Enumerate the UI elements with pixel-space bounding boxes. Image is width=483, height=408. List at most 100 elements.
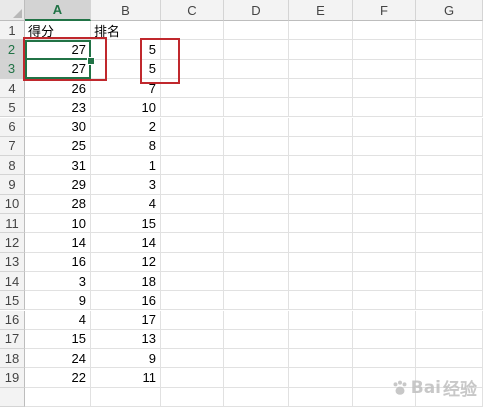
cell-d[interactable] bbox=[224, 233, 289, 253]
column-header-d[interactable]: D bbox=[224, 0, 289, 21]
cell-g[interactable] bbox=[416, 78, 483, 99]
cell-f[interactable] bbox=[353, 175, 416, 195]
cell-b[interactable]: 5 bbox=[91, 59, 161, 79]
cell-c[interactable] bbox=[161, 368, 224, 388]
cell-g[interactable] bbox=[416, 291, 483, 311]
cell-b[interactable]: 4 bbox=[91, 194, 161, 214]
cell-f[interactable] bbox=[353, 310, 416, 330]
row-header[interactable] bbox=[0, 387, 25, 407]
cell-a[interactable]: 3 bbox=[25, 271, 91, 292]
row-header[interactable]: 4 bbox=[0, 78, 25, 99]
row-header[interactable]: 11 bbox=[0, 214, 25, 234]
cell-b[interactable]: 18 bbox=[91, 271, 161, 292]
cell-d[interactable] bbox=[224, 214, 289, 234]
cell-c[interactable] bbox=[161, 349, 224, 369]
cell-c[interactable] bbox=[161, 78, 224, 99]
cell-e[interactable] bbox=[289, 21, 353, 41]
cell-c[interactable] bbox=[161, 136, 224, 157]
cell-d[interactable] bbox=[224, 78, 289, 99]
cell-g[interactable] bbox=[416, 59, 483, 79]
cell-b[interactable]: 3 bbox=[91, 175, 161, 195]
cell-e[interactable] bbox=[289, 291, 353, 311]
cell-e[interactable] bbox=[289, 271, 353, 292]
cell-f[interactable] bbox=[353, 233, 416, 253]
cell-a[interactable]: 30 bbox=[25, 117, 91, 137]
cell-b[interactable] bbox=[91, 387, 161, 407]
row-header[interactable]: 3 bbox=[0, 59, 25, 79]
cell-d[interactable] bbox=[224, 117, 289, 137]
cell-d[interactable] bbox=[224, 21, 289, 41]
cell-f[interactable] bbox=[353, 349, 416, 369]
cell-c[interactable] bbox=[161, 291, 224, 311]
cell-g[interactable] bbox=[416, 329, 483, 350]
cell-e[interactable] bbox=[289, 156, 353, 176]
cell-b[interactable]: 1 bbox=[91, 156, 161, 176]
cell-a[interactable]: 4 bbox=[25, 310, 91, 330]
cell-d[interactable] bbox=[224, 368, 289, 388]
cell-g[interactable] bbox=[416, 156, 483, 176]
cell-d[interactable] bbox=[224, 59, 289, 79]
cell-b[interactable]: 16 bbox=[91, 291, 161, 311]
cell-b[interactable]: 2 bbox=[91, 117, 161, 137]
cell-b[interactable]: 9 bbox=[91, 349, 161, 369]
cell-f[interactable] bbox=[353, 59, 416, 79]
row-header[interactable]: 12 bbox=[0, 233, 25, 253]
cell-g[interactable] bbox=[416, 194, 483, 214]
cell-g[interactable] bbox=[416, 136, 483, 157]
cell-b[interactable]: 12 bbox=[91, 252, 161, 272]
row-header[interactable]: 9 bbox=[0, 175, 25, 195]
column-header-b[interactable]: B bbox=[91, 0, 161, 21]
cell-e[interactable] bbox=[289, 252, 353, 272]
cell-e[interactable] bbox=[289, 349, 353, 369]
cell-c[interactable] bbox=[161, 387, 224, 407]
cell-d[interactable] bbox=[224, 40, 289, 60]
cell-e[interactable] bbox=[289, 194, 353, 214]
cell-a[interactable]: 24 bbox=[25, 349, 91, 369]
cell-f[interactable] bbox=[353, 136, 416, 157]
select-all-corner[interactable] bbox=[0, 0, 25, 21]
cell-e[interactable] bbox=[289, 368, 353, 388]
row-header[interactable]: 19 bbox=[0, 368, 25, 388]
cell-c[interactable] bbox=[161, 252, 224, 272]
column-header-g[interactable]: G bbox=[416, 0, 483, 21]
cell-f[interactable] bbox=[353, 156, 416, 176]
cell-f[interactable] bbox=[353, 271, 416, 292]
cell-g[interactable] bbox=[416, 40, 483, 60]
cell-a[interactable]: 28 bbox=[25, 194, 91, 214]
cell-b[interactable]: 5 bbox=[91, 40, 161, 60]
cell-c[interactable] bbox=[161, 40, 224, 60]
row-header[interactable]: 1 bbox=[0, 21, 25, 41]
cell-c[interactable] bbox=[161, 117, 224, 137]
cell-f[interactable] bbox=[353, 40, 416, 60]
row-header[interactable]: 13 bbox=[0, 252, 25, 272]
cell-e[interactable] bbox=[289, 98, 353, 118]
cell-d[interactable] bbox=[224, 291, 289, 311]
row-header[interactable]: 10 bbox=[0, 194, 25, 214]
row-header[interactable]: 16 bbox=[0, 310, 25, 330]
cell-f[interactable] bbox=[353, 117, 416, 137]
cell-g[interactable] bbox=[416, 271, 483, 292]
cell-e[interactable] bbox=[289, 214, 353, 234]
cell-g[interactable] bbox=[416, 21, 483, 41]
cell-g[interactable] bbox=[416, 175, 483, 195]
cell-b[interactable]: 17 bbox=[91, 310, 161, 330]
column-header-c[interactable]: C bbox=[161, 0, 224, 21]
cell-a[interactable]: 得分 bbox=[25, 21, 91, 41]
cell-g[interactable] bbox=[416, 214, 483, 234]
cell-g[interactable] bbox=[416, 117, 483, 137]
cell-a[interactable] bbox=[25, 387, 91, 407]
cell-e[interactable] bbox=[289, 175, 353, 195]
cell-f[interactable] bbox=[353, 252, 416, 272]
cell-f[interactable] bbox=[353, 329, 416, 350]
cell-d[interactable] bbox=[224, 156, 289, 176]
cell-a[interactable]: 23 bbox=[25, 98, 91, 118]
cell-e[interactable] bbox=[289, 40, 353, 60]
cell-f[interactable] bbox=[353, 291, 416, 311]
cell-c[interactable] bbox=[161, 194, 224, 214]
cell-b[interactable]: 8 bbox=[91, 136, 161, 157]
cell-d[interactable] bbox=[224, 349, 289, 369]
row-header[interactable]: 6 bbox=[0, 117, 25, 137]
row-header[interactable]: 14 bbox=[0, 271, 25, 292]
cell-d[interactable] bbox=[224, 175, 289, 195]
cell-d[interactable] bbox=[224, 387, 289, 407]
